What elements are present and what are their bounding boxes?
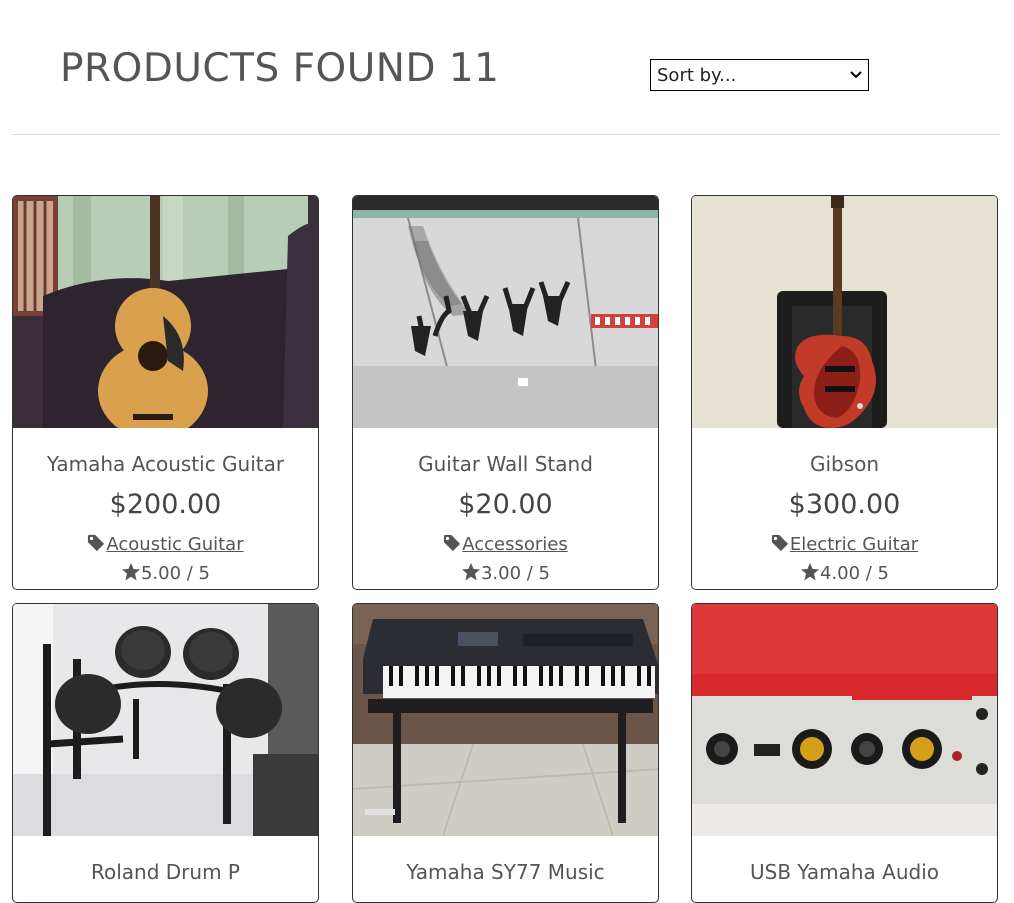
category-link[interactable]: Accessories (462, 534, 568, 555)
product-image[interactable] (13, 196, 318, 428)
product-card[interactable]: Roland Drum P (12, 603, 319, 903)
star-icon (121, 562, 141, 587)
product-image[interactable] (692, 604, 997, 836)
category-link[interactable]: Electric Guitar (790, 534, 918, 555)
sort-select-value: Sort by... (657, 64, 737, 86)
product-rating: 5.00 / 5 (13, 562, 318, 587)
product-image[interactable] (692, 196, 997, 428)
tag-icon (443, 534, 461, 557)
star-icon (461, 562, 481, 587)
product-name[interactable]: Roland Drum P (13, 860, 318, 884)
product-card[interactable]: Guitar Wall Stand $20.00 Accessories 3.0… (352, 195, 659, 590)
product-image[interactable] (353, 196, 658, 428)
product-price: $20.00 (458, 489, 553, 520)
product-card[interactable]: USB Yamaha Audio (691, 603, 998, 903)
product-rating: 4.00 / 5 (692, 562, 997, 587)
product-image[interactable] (353, 604, 658, 836)
header-divider (12, 134, 1000, 135)
page-header: PRODUCTS FOUND 11 Sort by... (0, 0, 1014, 135)
product-category: Accessories (353, 534, 658, 557)
product-rating: 3.00 / 5 (353, 562, 658, 587)
rating-value: 4.00 / 5 (819, 563, 890, 584)
product-name[interactable]: Yamaha SY77 Music (353, 860, 658, 884)
product-category: Acoustic Guitar (13, 534, 318, 557)
product-price: $200.00 (109, 489, 222, 520)
rating-value: 5.00 / 5 (140, 563, 211, 584)
tag-icon (771, 534, 789, 557)
product-card[interactable]: Yamaha SY77 Music (352, 603, 659, 903)
star-icon (800, 562, 820, 587)
product-card[interactable]: Gibson $300.00 Electric Guitar 4.00 / 5 (691, 195, 998, 590)
product-category: Electric Guitar (692, 534, 997, 557)
product-name[interactable]: Yamaha Acoustic Guitar (13, 452, 318, 476)
product-image[interactable] (13, 604, 318, 836)
product-name[interactable]: Gibson (692, 452, 997, 476)
product-name[interactable]: USB Yamaha Audio (692, 860, 997, 884)
tag-icon (87, 534, 105, 557)
product-card[interactable]: Yamaha Acoustic Guitar $200.00 Acoustic … (12, 195, 319, 590)
sort-select[interactable]: Sort by... (650, 59, 869, 91)
rating-value: 3.00 / 5 (480, 563, 551, 584)
page-title: PRODUCTS FOUND 11 (60, 46, 500, 91)
product-name[interactable]: Guitar Wall Stand (353, 452, 658, 476)
product-price: $300.00 (788, 489, 901, 520)
chevron-down-icon (850, 68, 862, 83)
category-link[interactable]: Acoustic Guitar (106, 534, 243, 555)
